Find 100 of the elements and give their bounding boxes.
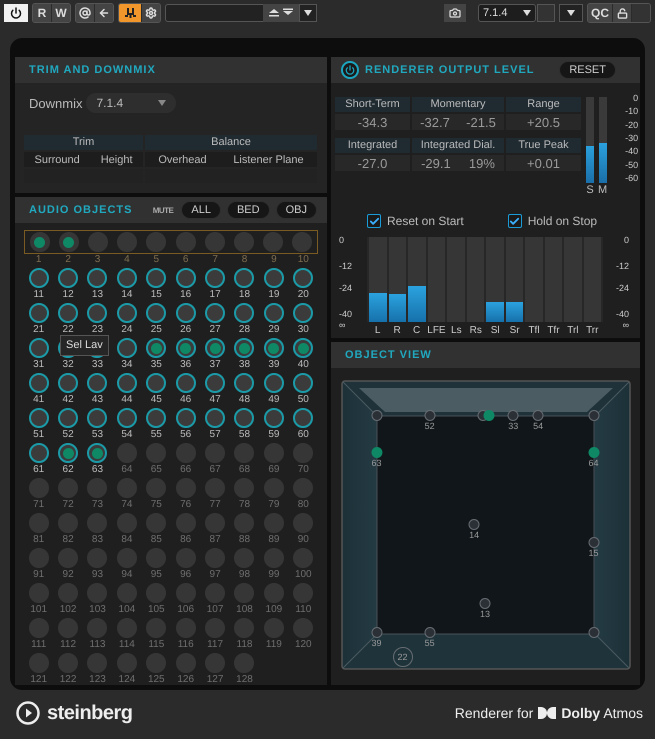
object-button[interactable] bbox=[293, 408, 314, 428]
at-sign-button[interactable] bbox=[76, 4, 94, 22]
routing-icon bbox=[124, 7, 136, 19]
caret-icon bbox=[523, 10, 531, 16]
object-button[interactable] bbox=[87, 268, 108, 288]
object-button[interactable] bbox=[205, 268, 226, 288]
object-button[interactable] bbox=[58, 373, 78, 393]
object-button[interactable] bbox=[146, 268, 166, 288]
mute-button[interactable]: BED bbox=[226, 201, 270, 219]
object-button[interactable] bbox=[58, 303, 78, 323]
mute-button[interactable]: ALL bbox=[181, 201, 221, 219]
up-down-button[interactable] bbox=[263, 4, 299, 22]
object-button[interactable] bbox=[58, 232, 79, 252]
object-button[interactable] bbox=[205, 303, 226, 323]
object-number: 98 bbox=[238, 569, 250, 580]
power-button[interactable] bbox=[4, 4, 28, 22]
object-button[interactable] bbox=[293, 373, 314, 393]
tooltip: Sel Lav bbox=[60, 335, 109, 356]
object-number: 89 bbox=[268, 534, 280, 545]
panel-title: AUDIO OBJECTS bbox=[29, 204, 132, 216]
object-button[interactable] bbox=[87, 408, 108, 428]
object-button[interactable] bbox=[176, 373, 196, 393]
object-button[interactable] bbox=[234, 338, 254, 358]
power-icon[interactable] bbox=[341, 61, 359, 79]
object-button[interactable] bbox=[264, 268, 284, 288]
object-button[interactable] bbox=[28, 303, 49, 323]
object-number: 48 bbox=[238, 394, 250, 405]
dropdown-button[interactable] bbox=[559, 4, 583, 22]
mute-button[interactable]: OBJ bbox=[276, 201, 317, 219]
object-button[interactable] bbox=[146, 303, 166, 323]
lock-button[interactable] bbox=[613, 4, 631, 22]
object-number: 41 bbox=[33, 394, 44, 405]
object-button[interactable] bbox=[234, 408, 254, 428]
object-button[interactable] bbox=[58, 268, 78, 288]
arrow-left-button[interactable] bbox=[95, 4, 113, 22]
object-button[interactable] bbox=[58, 408, 78, 428]
object-button[interactable] bbox=[234, 268, 254, 288]
object-button[interactable] bbox=[116, 373, 137, 393]
object-number: 107 bbox=[206, 604, 224, 615]
channel-label: L bbox=[374, 325, 382, 336]
object-button[interactable] bbox=[293, 338, 314, 358]
object-button[interactable] bbox=[28, 268, 49, 288]
object-number: 5 bbox=[152, 254, 160, 266]
object-button[interactable] bbox=[146, 338, 166, 358]
qc-button[interactable]: QC bbox=[588, 4, 612, 22]
object-button[interactable] bbox=[264, 303, 284, 323]
object-button[interactable] bbox=[87, 443, 108, 463]
object-button[interactable] bbox=[28, 338, 49, 358]
downmix-dropdown[interactable]: 7.1.4 bbox=[86, 93, 176, 113]
object-button[interactable] bbox=[176, 408, 196, 428]
object-button[interactable] bbox=[176, 268, 196, 288]
downmix-label: Downmix bbox=[29, 96, 82, 110]
routing-button[interactable] bbox=[119, 4, 141, 22]
checkbox[interactable] bbox=[367, 214, 381, 228]
object-number: 27 bbox=[210, 324, 221, 335]
object-number: 85 bbox=[150, 534, 162, 545]
object-number: 91 bbox=[33, 569, 44, 580]
object-number: 94 bbox=[121, 569, 132, 580]
channel-label: Trr bbox=[585, 325, 600, 336]
object-button[interactable] bbox=[30, 232, 50, 252]
checkbox[interactable] bbox=[508, 214, 522, 228]
snapshot-button[interactable] bbox=[444, 4, 466, 22]
object-button[interactable] bbox=[264, 338, 284, 358]
object-button[interactable] bbox=[87, 303, 108, 323]
channel-label: R bbox=[392, 325, 402, 336]
object-button[interactable] bbox=[28, 443, 49, 463]
object-button[interactable] bbox=[205, 408, 226, 428]
object-button[interactable] bbox=[146, 373, 166, 393]
object-button[interactable] bbox=[205, 338, 226, 358]
object-number: 2 bbox=[64, 254, 72, 266]
object-button[interactable] bbox=[116, 303, 137, 323]
dropdown-button[interactable] bbox=[299, 4, 317, 22]
settings-button[interactable] bbox=[142, 4, 160, 22]
object-button[interactable] bbox=[58, 443, 78, 463]
object-number: 31 bbox=[33, 359, 44, 370]
object-button[interactable] bbox=[176, 338, 196, 358]
object-marker[interactable]: 22 bbox=[392, 646, 413, 667]
object-button[interactable] bbox=[293, 303, 314, 323]
object-button[interactable] bbox=[116, 408, 137, 428]
caret-icon bbox=[158, 100, 166, 106]
object-button[interactable] bbox=[264, 373, 284, 393]
brand-name: steinberg bbox=[47, 702, 133, 724]
object-button[interactable] bbox=[116, 268, 137, 288]
write-button[interactable]: W bbox=[52, 4, 70, 22]
object-button[interactable] bbox=[28, 408, 49, 428]
object-button[interactable] bbox=[146, 408, 166, 428]
object-button[interactable] bbox=[293, 268, 314, 288]
format-dropdown[interactable]: 7.1.4 bbox=[478, 4, 536, 22]
object-button[interactable] bbox=[87, 373, 108, 393]
object-button[interactable] bbox=[176, 303, 196, 323]
object-button[interactable] bbox=[264, 408, 284, 428]
name-field[interactable] bbox=[165, 4, 263, 22]
object-button[interactable] bbox=[205, 373, 226, 393]
object-number: 34 bbox=[121, 359, 132, 370]
object-button[interactable] bbox=[234, 303, 254, 323]
object-button[interactable] bbox=[116, 338, 137, 358]
read-button[interactable]: R bbox=[33, 4, 51, 22]
reset-button[interactable]: RESET bbox=[559, 61, 616, 79]
object-button[interactable] bbox=[28, 373, 49, 393]
object-button[interactable] bbox=[234, 373, 254, 393]
